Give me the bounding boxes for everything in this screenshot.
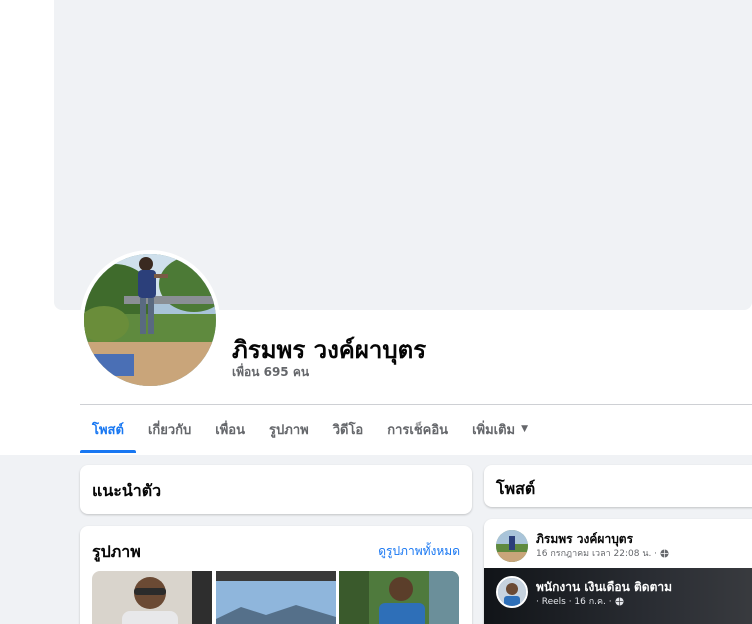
caret-down-icon: ▼ (521, 424, 529, 434)
profile-tabs: โพสต์ เกี่ยวกับ เพื่อน รูปภาพ วิดีโอ การ… (80, 405, 540, 453)
see-all-photos-link[interactable]: ดูรูปภาพทั้งหมด (378, 542, 460, 561)
photo-thumbnail[interactable] (92, 571, 212, 624)
tab-friends[interactable]: เพื่อน (203, 405, 257, 453)
profile-avatar[interactable] (80, 250, 220, 390)
tab-photos[interactable]: รูปภาพ (257, 405, 321, 453)
intro-card: แนะนำตัว (80, 465, 472, 514)
tab-photos-label: รูปภาพ (269, 422, 309, 438)
reel-author-avatar[interactable] (496, 576, 528, 608)
tab-about-label: เกี่ยวกับ (147, 422, 192, 438)
tab-more-label: เพิ่มเติม (472, 422, 516, 438)
tab-more[interactable]: เพิ่มเติม ▼ (460, 405, 540, 453)
photo-thumbnail[interactable] (339, 571, 459, 624)
tab-posts[interactable]: โพสต์ (80, 405, 136, 453)
tab-friends-label: เพื่อน (215, 422, 246, 438)
post-author-avatar[interactable] (496, 530, 528, 562)
tab-videos-label: วิดีโอ (332, 422, 364, 438)
photo-thumbnail[interactable] (216, 571, 336, 624)
tab-about[interactable]: เกี่ยวกับ (136, 405, 203, 453)
friends-count[interactable]: เพื่อน 695 คน (232, 363, 309, 382)
reel-meta-text: · Reels · 16 ก.ค. · (536, 597, 612, 607)
posts-title: โพสต์ (496, 479, 536, 498)
photos-title: รูปภาพ (92, 542, 141, 561)
post-card: ภิรมพร วงค์ผาบุตร 16 กรกฎาคม เวลา 22:08 … (484, 519, 752, 624)
intro-title: แนะนำตัว (92, 481, 162, 500)
tab-videos[interactable]: วิดีโอ (321, 405, 376, 453)
posts-header-card: โพสต์ (484, 465, 752, 507)
reel-meta: · Reels · 16 ก.ค. · (536, 594, 624, 608)
tab-posts-label: โพสต์ (92, 422, 124, 438)
photos-card: รูปภาพ ดูรูปภาพทั้งหมด (80, 526, 472, 624)
post-timestamp[interactable]: 16 กรกฎาคม เวลา 22:08 น. · (536, 546, 657, 560)
globe-icon (660, 548, 669, 558)
tab-checkins[interactable]: การเช็คอิน (375, 405, 460, 453)
globe-icon (615, 596, 624, 606)
shared-reel[interactable]: พนักงาน เงินเดือน ติดตาม · Reels · 16 ก.… (484, 568, 752, 624)
post-meta: 16 กรกฎาคม เวลา 22:08 น. · (536, 546, 669, 560)
tab-checkins-label: การเช็คอิน (387, 422, 449, 438)
